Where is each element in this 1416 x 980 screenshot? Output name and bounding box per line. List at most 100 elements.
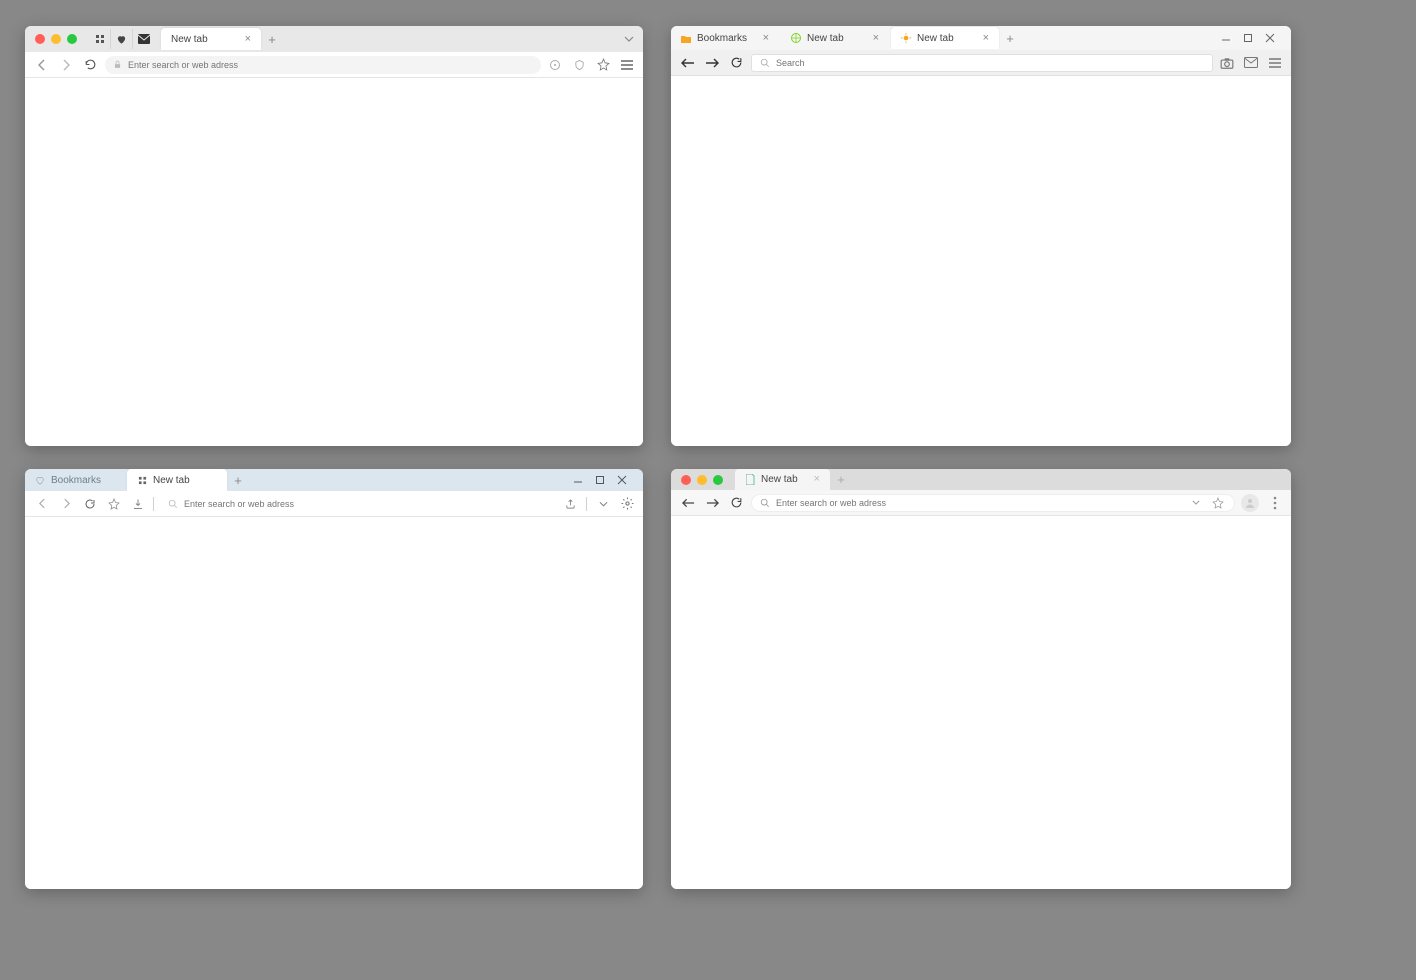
quick-launch-icons: [89, 29, 155, 49]
back-button[interactable]: [33, 56, 51, 74]
minimize-window-button[interactable]: [571, 473, 585, 487]
tab-strip: New tab × +: [25, 26, 643, 52]
browser-tab[interactable]: New tab ×: [735, 469, 830, 491]
browser-tab[interactable]: New tab ×: [161, 28, 261, 50]
tab-strip: Bookmarks × New tab × New tab × +: [671, 26, 1291, 50]
window-controls-win: [1211, 31, 1285, 45]
inbox-icon[interactable]: [1243, 55, 1259, 71]
search-icon: [168, 499, 178, 509]
reload-button[interactable]: [727, 54, 745, 72]
folder-icon: [681, 33, 691, 43]
reload-button[interactable]: [81, 56, 99, 74]
maximize-window-button[interactable]: [713, 475, 723, 485]
sun-icon: [901, 33, 911, 43]
maximize-window-button[interactable]: [593, 473, 607, 487]
window-controls-win: [563, 473, 637, 487]
page-icon: [745, 475, 755, 485]
forward-button[interactable]: [57, 495, 75, 513]
address-bar[interactable]: [160, 495, 556, 513]
settings-gear-icon[interactable]: [619, 496, 635, 512]
browser-tab-bookmarks[interactable]: Bookmarks: [25, 469, 125, 491]
shield-icon[interactable]: [571, 57, 587, 73]
close-window-button[interactable]: [681, 475, 691, 485]
profile-avatar-icon[interactable]: [1241, 494, 1259, 512]
reload-button[interactable]: [81, 495, 99, 513]
back-button[interactable]: [679, 494, 697, 512]
browser-tab-newtab[interactable]: New tab ×: [781, 27, 889, 49]
hamburger-menu-icon[interactable]: [1267, 55, 1283, 71]
back-button[interactable]: [679, 54, 697, 72]
minimize-window-button[interactable]: [697, 475, 707, 485]
mail-icon[interactable]: [133, 29, 155, 49]
minimize-window-button[interactable]: [1219, 31, 1233, 45]
heart-icon: [35, 475, 45, 485]
download-icon[interactable]: [129, 495, 147, 513]
tab-title: New tab: [761, 474, 798, 485]
minimize-window-button[interactable]: [51, 34, 61, 44]
compass-icon: [791, 33, 801, 43]
toolbar-right-controls: [562, 496, 635, 512]
close-tab-icon[interactable]: ×: [873, 33, 879, 44]
apps-grid-icon[interactable]: [89, 29, 111, 49]
bookmark-star-icon[interactable]: [105, 495, 123, 513]
address-bar[interactable]: [105, 56, 541, 74]
tab-title: Bookmarks: [51, 475, 101, 486]
browser-window-1: New tab × +: [25, 26, 643, 446]
close-tab-icon[interactable]: ×: [245, 34, 251, 45]
chevron-down-icon[interactable]: [1188, 495, 1204, 511]
divider: [153, 497, 154, 511]
window-controls-mac: [671, 475, 733, 485]
address-input[interactable]: [184, 499, 548, 509]
toolbar-right-controls: [1241, 494, 1283, 512]
chevron-down-icon[interactable]: [595, 496, 611, 512]
new-tab-button[interactable]: +: [1001, 29, 1019, 47]
close-window-button[interactable]: [1263, 31, 1277, 45]
forward-button[interactable]: [57, 56, 75, 74]
close-window-button[interactable]: [615, 473, 629, 487]
search-icon: [760, 498, 770, 508]
toolbar-right-controls: [1219, 55, 1283, 71]
kebab-menu-icon[interactable]: [1267, 495, 1283, 511]
close-tab-icon[interactable]: ×: [763, 33, 769, 44]
browser-window-2: Bookmarks × New tab × New tab × +: [671, 26, 1291, 446]
lock-icon: [113, 60, 122, 69]
close-tab-icon[interactable]: ×: [814, 474, 820, 485]
close-tab-icon[interactable]: ×: [983, 33, 989, 44]
address-input[interactable]: [776, 58, 1204, 68]
new-tab-button[interactable]: +: [229, 471, 247, 489]
address-input[interactable]: [128, 60, 533, 70]
window-controls-mac: [25, 34, 87, 44]
browser-tab-bookmarks[interactable]: Bookmarks ×: [671, 27, 779, 49]
close-window-button[interactable]: [35, 34, 45, 44]
maximize-window-button[interactable]: [67, 34, 77, 44]
divider: [586, 497, 587, 511]
address-bar[interactable]: [751, 54, 1213, 72]
new-tab-button[interactable]: +: [832, 471, 850, 489]
tab-strip: Bookmarks New tab +: [25, 469, 643, 491]
browser-tab-newtab[interactable]: New tab: [127, 469, 227, 491]
maximize-window-button[interactable]: [1241, 31, 1255, 45]
viewport: [25, 78, 643, 446]
browser-tab-newtab-active[interactable]: New tab ×: [891, 27, 999, 49]
address-bar[interactable]: [751, 494, 1235, 512]
forward-button[interactable]: [703, 54, 721, 72]
heart-icon[interactable]: [111, 29, 133, 49]
tab-title: New tab: [807, 33, 844, 44]
toolbar: [671, 50, 1291, 76]
toolbar: [671, 490, 1291, 516]
tab-title: New tab: [917, 33, 954, 44]
forward-button[interactable]: [703, 494, 721, 512]
address-input[interactable]: [776, 498, 1182, 508]
reload-button[interactable]: [727, 494, 745, 512]
browser-window-4: New tab × +: [671, 469, 1291, 889]
extension-icon[interactable]: [547, 57, 563, 73]
tab-overflow-chevron-icon[interactable]: [621, 31, 637, 47]
browser-window-3: Bookmarks New tab +: [25, 469, 643, 889]
back-button[interactable]: [33, 495, 51, 513]
bookmark-star-icon[interactable]: [1210, 495, 1226, 511]
hamburger-menu-icon[interactable]: [619, 57, 635, 73]
screenshot-icon[interactable]: [1219, 55, 1235, 71]
bookmark-star-icon[interactable]: [595, 57, 611, 73]
new-tab-button[interactable]: +: [263, 30, 281, 48]
share-icon[interactable]: [562, 496, 578, 512]
